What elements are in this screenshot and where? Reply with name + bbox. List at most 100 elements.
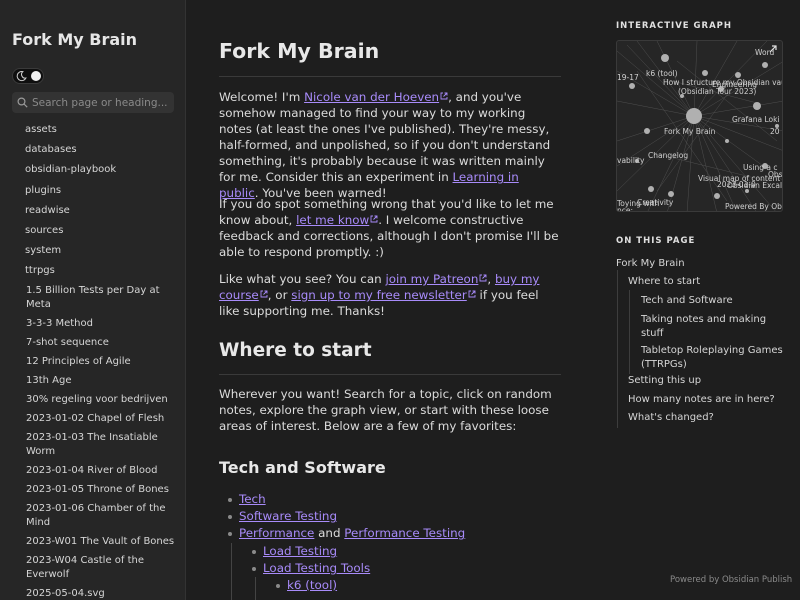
- nav-file[interactable]: 2023-01-04 River of Blood: [0, 462, 185, 481]
- nav-file[interactable]: 2023-01-02 Chapel of Flesh: [0, 410, 185, 429]
- nav-folder-system[interactable]: system: [0, 241, 185, 261]
- nav-file[interactable]: 30% regeling voor bedrijven: [0, 391, 185, 410]
- toc-heading: ON THIS PAGE: [616, 236, 696, 246]
- newsletter-link[interactable]: sign up to my free newsletter: [291, 288, 476, 302]
- author-link[interactable]: Nicole van der Hoeven: [304, 90, 448, 104]
- list-bullet: [252, 567, 256, 571]
- nav-file[interactable]: 13th Age: [0, 372, 185, 391]
- tech-link[interactable]: Tech: [239, 492, 266, 506]
- graph-node-label: Obsidian Excal: [727, 181, 782, 190]
- nav-file[interactable]: 12 Principles of Agile: [0, 353, 185, 372]
- external-link-icon: [440, 92, 448, 100]
- external-link-icon: [468, 290, 476, 298]
- patreon-link[interactable]: join my Patreon: [385, 272, 487, 286]
- tech-and-software-heading: Tech and Software: [219, 458, 386, 477]
- graph-node[interactable]: [702, 70, 708, 76]
- toc-guide: [629, 290, 630, 374]
- load-testing-tools-link[interactable]: Load Testing Tools: [263, 561, 370, 575]
- feedback-paragraph: If you do spot something wrong that you'…: [219, 197, 559, 259]
- graph-heading: INTERACTIVE GRAPH: [616, 21, 732, 31]
- search-input[interactable]: [32, 94, 170, 111]
- toc-item[interactable]: Tech and Software: [641, 294, 791, 308]
- intro-paragraph: Welcome! I'm Nicole van der Hoeven, and …: [219, 90, 551, 200]
- nav-folder-databases[interactable]: databases: [0, 140, 185, 160]
- list-bullet: [252, 550, 256, 554]
- performance-link[interactable]: Performance: [239, 526, 314, 540]
- graph-node[interactable]: [648, 186, 654, 192]
- graph-node[interactable]: [661, 54, 669, 62]
- nav-folder-obsidian-playbook[interactable]: obsidian-playbook: [0, 160, 185, 180]
- graph-node[interactable]: [644, 128, 650, 134]
- software-testing-link[interactable]: Software Testing: [239, 509, 337, 523]
- site-name[interactable]: Fork My Brain: [12, 30, 137, 49]
- search-box[interactable]: [12, 92, 174, 113]
- nav-file[interactable]: 2023-W01 The Vault of Bones: [0, 533, 185, 552]
- list-connector-text: and: [318, 526, 341, 540]
- graph-node-label: Changelog: [648, 151, 688, 160]
- moon-icon: [16, 70, 27, 82]
- toc-item[interactable]: Setting this up: [628, 375, 701, 386]
- section-divider: [219, 374, 561, 375]
- nav-file[interactable]: 2023-01-05 Throne of Bones: [0, 481, 185, 500]
- list-bullet: [228, 532, 232, 536]
- graph-canvas[interactable]: Wordk6 (tool)How I structure my Obsidian…: [617, 41, 783, 212]
- graph-node-label: Powered By Obsid: [725, 202, 783, 211]
- let-me-know-link[interactable]: let me know: [296, 213, 378, 227]
- graph-node-label: k6 (tool): [646, 69, 678, 78]
- graph-node[interactable]: [725, 139, 729, 143]
- nav-folder-plugins[interactable]: plugins: [0, 181, 185, 201]
- graph-node[interactable]: [668, 191, 674, 197]
- toc-item[interactable]: Taking notes and making stuff: [641, 313, 791, 341]
- graph-node-label: 19-17: [617, 73, 639, 82]
- graph-node-label: nce:: [617, 206, 633, 212]
- external-link-icon: [260, 290, 268, 298]
- toc-item[interactable]: How many notes are in here?: [628, 394, 775, 405]
- nav-file[interactable]: 2023-01-06 Chamber of the Mind: [0, 500, 185, 533]
- nav-file[interactable]: 2023-W04 Castle of the Everwolf: [0, 552, 185, 585]
- nav-folder-assets[interactable]: assets: [0, 120, 185, 140]
- toc-item[interactable]: What's changed?: [628, 412, 714, 423]
- expand-icon[interactable]: [768, 44, 778, 54]
- title-divider: [219, 76, 561, 77]
- graph-node-label: Engineering: [712, 80, 757, 89]
- graph-node-label: vability: [617, 156, 645, 165]
- left-sidebar: Fork My Brain assets databases obsidian-…: [0, 0, 186, 600]
- nav-file[interactable]: 3-3-3 Method: [0, 315, 185, 334]
- nav-folder-ttrpgs[interactable]: ttrpgs: [0, 261, 185, 281]
- where-to-start-heading: Where to start: [219, 340, 372, 361]
- theme-toggle[interactable]: [12, 68, 44, 84]
- graph-node[interactable]: [762, 62, 768, 68]
- where-to-start-paragraph: Wherever you want! Search for a topic, c…: [219, 387, 552, 433]
- k6-link[interactable]: k6 (tool): [287, 578, 337, 592]
- file-tree: assets databases obsidian-playbook plugi…: [0, 120, 185, 600]
- page-title: Fork My Brain: [219, 39, 380, 63]
- footer-powered-by[interactable]: Powered by Obsidian Publish: [670, 575, 792, 585]
- graph-node-label: Grafana Loki: [732, 115, 780, 124]
- load-testing-link[interactable]: Load Testing: [263, 544, 337, 558]
- toc-item[interactable]: Where to start: [628, 276, 700, 287]
- graph-edge: [617, 100, 695, 117]
- list-indent-guide: [231, 543, 232, 600]
- toggle-knob: [31, 71, 41, 81]
- nav-folder-readwise[interactable]: readwise: [0, 201, 185, 221]
- performance-testing-link[interactable]: Performance Testing: [344, 526, 465, 540]
- graph-node[interactable]: [629, 83, 635, 89]
- toc-item[interactable]: Tabletop Roleplaying Games (TTRPGs): [641, 344, 791, 372]
- interactive-graph[interactable]: Word k6 (tool) How I structure my Obsidian…: [616, 40, 783, 212]
- nav-file[interactable]: 1.5 Billion Tests per Day at Meta: [0, 282, 185, 315]
- nav-file[interactable]: 2025-05-04.svg: [0, 585, 185, 600]
- right-sidebar: INTERACTIVE GRAPH Word k6 (tool) How I str…: [616, 0, 800, 600]
- graph-node[interactable]: [714, 193, 720, 199]
- nav-folder-sources[interactable]: sources: [0, 221, 185, 241]
- graph-node-label: 20: [770, 127, 780, 136]
- nav-file[interactable]: 7-shot sequence: [0, 334, 185, 353]
- main-content: Fork My Brain Welcome! I'm Nicole van de…: [219, 0, 561, 600]
- graph-node[interactable]: [753, 102, 761, 110]
- graph-node[interactable]: [686, 108, 702, 124]
- toc-guide: [617, 270, 618, 428]
- toc-item[interactable]: Fork My Brain: [616, 258, 685, 269]
- support-paragraph: Like what you see? You can join my Patre…: [219, 272, 540, 318]
- list-indent-guide: [255, 577, 256, 600]
- nav-file[interactable]: 2023-01-03 The Insatiable Worm: [0, 429, 185, 462]
- list-bullet: [276, 584, 280, 588]
